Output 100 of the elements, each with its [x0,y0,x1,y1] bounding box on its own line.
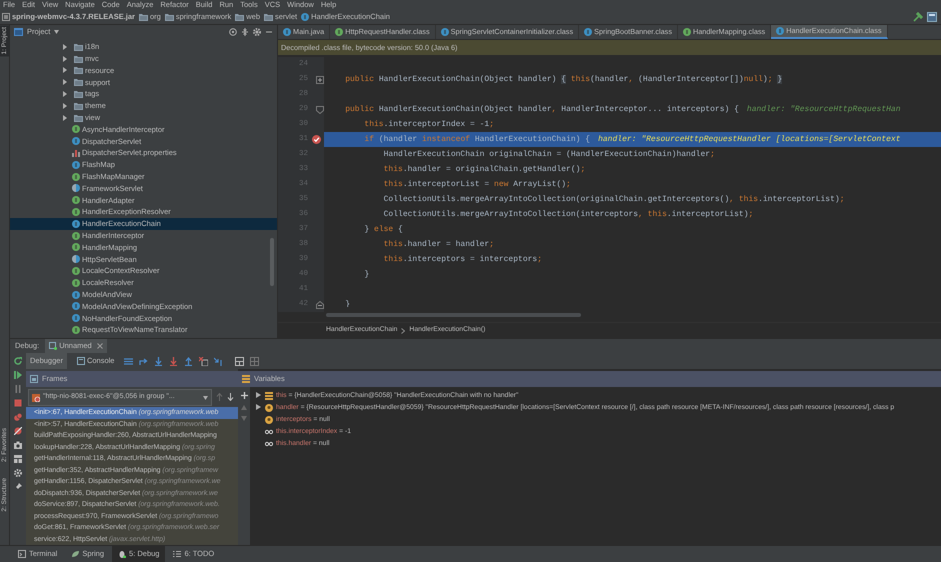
expand-arrow-icon[interactable] [256,392,261,398]
code-token: if [363,134,374,144]
folder-icon [74,42,83,51]
target-icon[interactable] [229,28,237,36]
code-token: this [363,120,384,128]
class-icon [440,28,449,36]
breakpoints-icon[interactable] [14,413,22,421]
folder-icon [74,90,83,98]
camera-icon[interactable] [14,441,22,449]
panel-icon [14,28,23,36]
grid-icon[interactable] [250,356,260,366]
code-token: HandlerExecutionChain(Object handler) [378,74,558,84]
bug-icon [118,550,126,558]
down-arrow-icon[interactable] [227,393,234,401]
code-token: ; [580,164,586,174]
code-token: , this [638,210,667,218]
expand-arrow-icon[interactable] [62,67,68,74]
stop-icon[interactable] [14,399,22,407]
bug-icon [49,342,58,350]
mute-breakpoints-icon[interactable] [14,427,22,435]
cursor-arrow-icon[interactable] [214,356,224,366]
scrollbar[interactable] [326,312,581,316]
folder-icon [74,66,83,74]
class-icon [72,243,80,252]
code-token: this [382,180,403,188]
class-icon [72,172,80,181]
add-icon[interactable] [240,392,248,399]
code-token: .interceptorIndex = -1 [384,120,490,128]
resume-icon[interactable] [14,371,22,379]
folder-icon [74,54,83,63]
file-icon [72,149,80,158]
folder-icon [235,13,244,21]
settings-icon[interactable] [253,28,261,36]
rerun-icon[interactable] [14,357,22,365]
expand-arrow-icon[interactable] [62,114,68,121]
expand-arrow-icon[interactable] [62,91,68,98]
hammer-icon[interactable] [913,12,923,22]
code-token: public [344,74,374,84]
code-token: HandlerExecutionChain) { [474,134,590,144]
fold-marker-icon[interactable] [316,106,324,114]
settings-icon[interactable] [14,469,22,477]
chevron-icon [401,328,406,334]
expand-arrow-icon[interactable] [62,79,68,86]
class-icon [72,137,80,146]
down-arrow-icon[interactable] [169,356,178,366]
expand-arrow-icon[interactable] [256,404,261,410]
class-icon [72,267,80,276]
folder-icon [74,114,83,122]
code-token: { [561,74,566,84]
terminal-icon [18,550,26,558]
breakpoint-icon[interactable] [312,135,321,144]
code-token: this [382,254,403,264]
pause-icon[interactable] [14,385,22,393]
dropdown-caret-icon[interactable] [54,30,60,34]
fold-marker-icon[interactable] [316,300,324,308]
code-token: HandlerExecutionChain originalChain = (HandlerExecutionChain)handler [382,150,710,158]
class-icon [72,232,80,240]
fold-marker-icon[interactable] [316,76,324,84]
folder-icon [164,13,174,21]
curved-arrow-icon[interactable] [139,356,148,366]
code-token: CollectionUtils.mergeArrayIntoCollection(interceptors [382,210,638,218]
class-icon [584,28,592,36]
collapse-icon[interactable] [241,28,249,36]
code-token: this [382,240,403,248]
class-icon [72,302,80,310]
code-token: ; [537,254,542,264]
up-arrow-icon[interactable] [184,356,194,366]
class-icon [335,28,344,36]
class-icon [72,255,80,264]
list-icon [173,550,182,558]
folder-icon [264,13,274,21]
code-token: else [374,224,394,234]
window-icon[interactable] [927,12,937,22]
class-icon [301,13,310,21]
layout-icon[interactable] [14,455,22,463]
expand-arrow-icon[interactable] [62,102,68,109]
grid-icon[interactable] [235,356,244,366]
expand-arrow-icon[interactable] [62,44,68,50]
pin-icon[interactable] [14,483,22,491]
code-token: .interceptorList) [758,194,840,204]
close-icon[interactable] [96,343,103,349]
variables-icon [242,375,250,383]
inline-value-hint: handler: "ResourceHttpRequestHan [746,104,901,116]
jar-icon [2,13,10,21]
down-arrow-icon[interactable] [154,356,164,366]
thread-icon [32,394,40,402]
code-token: (handler [590,74,628,84]
code-token: } [363,270,370,278]
code-token: ; [840,194,845,204]
code-token: .interceptorList) [666,210,748,218]
console-icon [76,357,85,365]
code-token: , [552,104,556,114]
class-icon [72,326,80,334]
lines-icon[interactable] [124,356,134,366]
code-token: } [363,224,370,234]
class-icon [72,184,80,192]
cross-icon[interactable] [199,356,208,366]
code-token: } [777,74,782,84]
caret-icon [203,396,208,400]
expand-arrow-icon[interactable] [62,56,68,62]
